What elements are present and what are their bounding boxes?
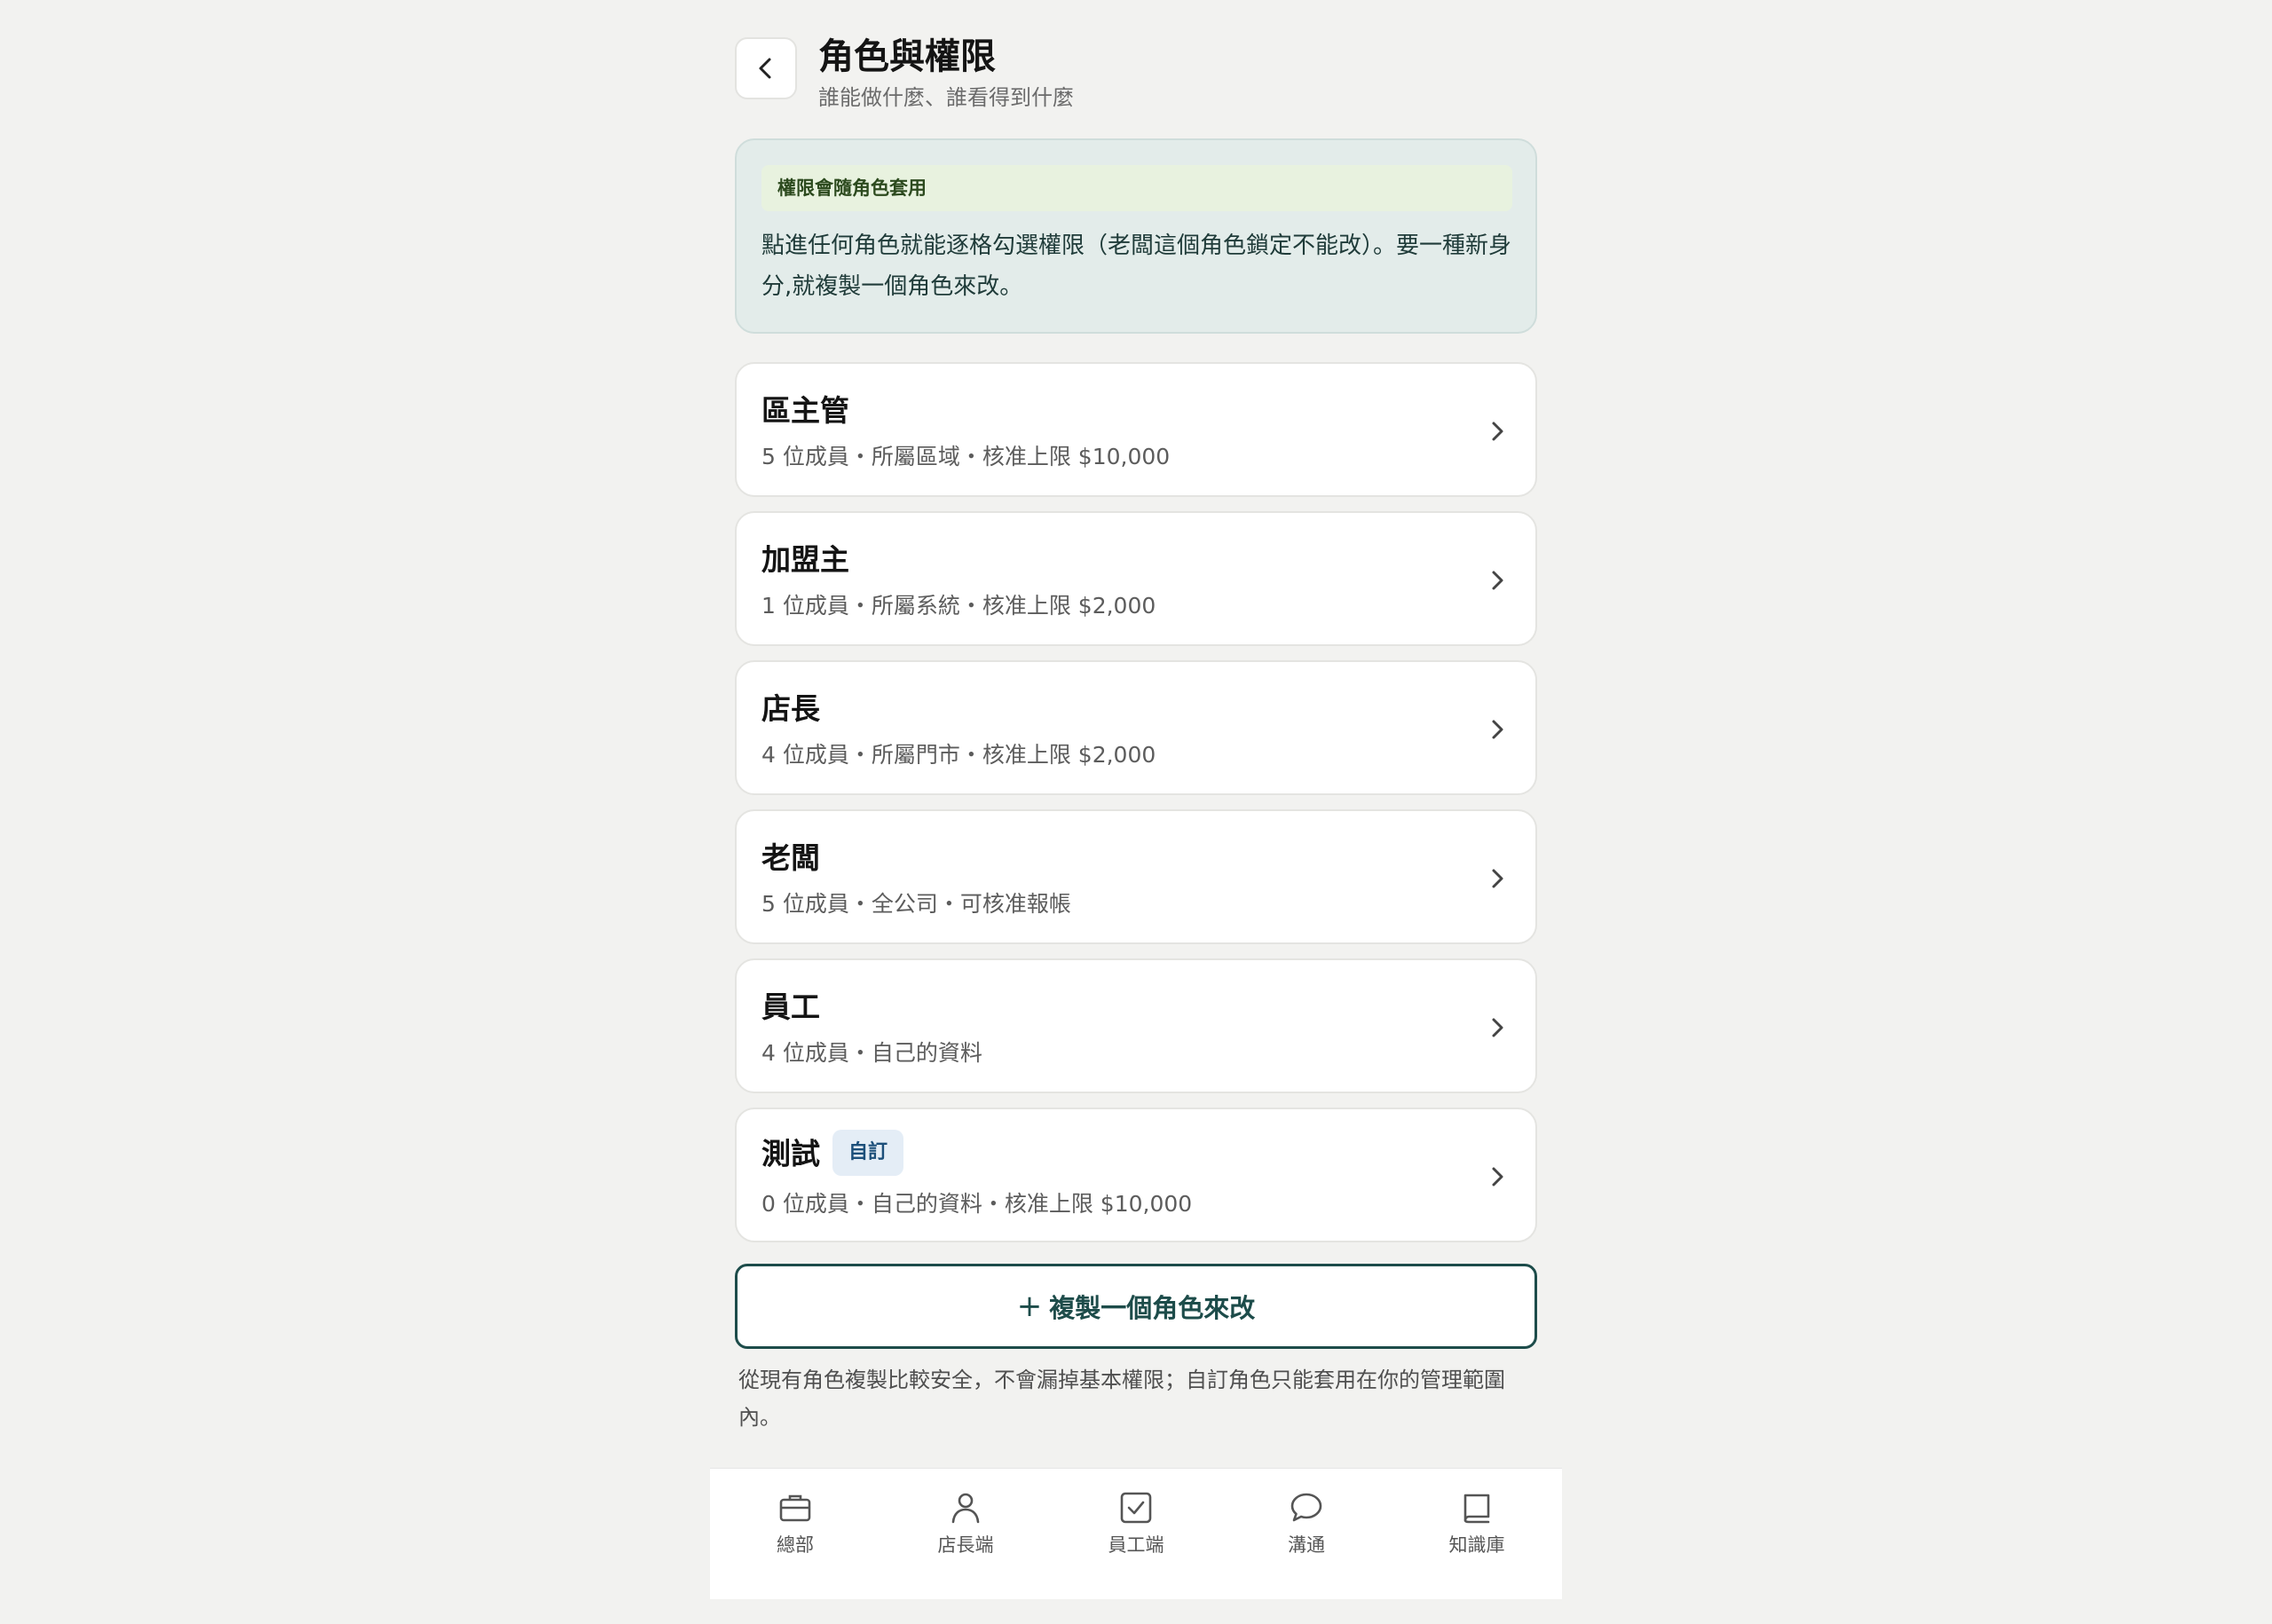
checkbox-icon — [1120, 1492, 1152, 1524]
role-name: 測試 — [761, 1136, 820, 1171]
bottom-tab-bar: 總部 店長端 員工端 溝通 知識庫 — [710, 1468, 1562, 1599]
role-name: 員工 — [761, 989, 820, 1024]
role-meta: 1 位成員・所屬系統・核准上限 $2,000 — [761, 593, 1156, 619]
back-button[interactable] — [735, 37, 797, 99]
chat-bubble-icon — [1290, 1493, 1322, 1522]
role-card-employee[interactable]: 員工 4 位成員・自己的資料 — [735, 958, 1537, 1093]
role-name: 加盟主 — [761, 542, 849, 577]
tab-headquarters[interactable]: 總部 — [710, 1469, 880, 1600]
tab-communication[interactable]: 溝通 — [1221, 1469, 1392, 1600]
chevron-left-icon — [759, 58, 771, 79]
role-card-test[interactable]: 測試 自訂 0 位成員・自己的資料・核准上限 $10,000 — [735, 1108, 1537, 1242]
chevron-right-icon — [1492, 571, 1503, 590]
page-header: 角色與權限 誰能做什麼、誰看得到什麼 — [735, 32, 1537, 121]
page-title: 角色與權限 — [818, 36, 996, 77]
footnote: 從現有角色複製比較安全，不會漏掉基本權限；自訂角色只能套用在你的管理範圍內。 — [738, 1368, 1505, 1430]
role-meta: 4 位成員・所屬門市・核准上限 $2,000 — [761, 742, 1156, 768]
tab-label: 員工端 — [1108, 1534, 1164, 1556]
info-callout-tag: 權限會隨角色套用 — [761, 165, 1512, 211]
tab-label: 知識庫 — [1448, 1534, 1505, 1556]
book-icon — [1463, 1494, 1490, 1524]
copy-role-button[interactable]: + 複製一個角色來改 — [735, 1264, 1537, 1349]
chevron-right-icon — [1492, 422, 1503, 441]
tab-knowledge-base[interactable]: 知識庫 — [1392, 1469, 1562, 1600]
role-card-owner[interactable]: 老闆 5 位成員・全公司・可核准報帳 — [735, 809, 1537, 944]
role-meta: 4 位成員・自己的資料 — [761, 1040, 982, 1066]
info-callout-text: 點進任何角色就能逐格勾選權限（老闆這個角色鎖定不能改）。要一種新身分,就複製一個… — [761, 233, 1512, 300]
custom-badge: 自訂 — [832, 1130, 904, 1176]
role-card-franchisee[interactable]: 加盟主 1 位成員・所屬系統・核准上限 $2,000 — [735, 511, 1537, 646]
role-name: 老闆 — [761, 840, 820, 875]
role-meta: 5 位成員・全公司・可核准報帳 — [761, 891, 1071, 917]
tab-store-manager[interactable]: 店長端 — [880, 1469, 1051, 1600]
tab-label: 溝通 — [1288, 1534, 1325, 1556]
role-name: 店長 — [761, 691, 820, 726]
page-subtitle: 誰能做什麼、誰看得到什麼 — [818, 85, 1074, 110]
role-meta: 0 位成員・自己的資料・核准上限 $10,000 — [761, 1191, 1193, 1217]
chevron-right-icon — [1492, 869, 1503, 888]
plus-icon: + — [1016, 1289, 1043, 1324]
role-card-store-manager[interactable]: 店長 4 位成員・所屬門市・核准上限 $2,000 — [735, 660, 1537, 795]
briefcase-icon — [779, 1494, 811, 1522]
copy-role-label: 複製一個角色來改 — [1049, 1293, 1256, 1323]
role-meta: 5 位成員・所屬區域・核准上限 $10,000 — [761, 444, 1171, 469]
tab-label: 店長端 — [937, 1534, 994, 1556]
app-screen: 角色與權限 誰能做什麼、誰看得到什麼 權限會隨角色套用 點進任何角色就能逐格勾選… — [710, 0, 1562, 1624]
person-icon — [951, 1493, 980, 1524]
chevron-right-icon — [1492, 1167, 1503, 1186]
role-name: 區主管 — [761, 393, 849, 428]
role-card-regional-manager[interactable]: 區主管 5 位成員・所屬區域・核准上限 $10,000 — [735, 362, 1537, 497]
info-callout: 權限會隨角色套用 點進任何角色就能逐格勾選權限（老闆這個角色鎖定不能改）。要一種… — [735, 138, 1537, 334]
role-name-row: 測試 自訂 — [761, 1130, 904, 1179]
tab-label: 總部 — [777, 1534, 814, 1556]
chevron-right-icon — [1492, 1018, 1503, 1037]
tab-employee[interactable]: 員工端 — [1051, 1469, 1221, 1600]
chevron-right-icon — [1492, 720, 1503, 739]
